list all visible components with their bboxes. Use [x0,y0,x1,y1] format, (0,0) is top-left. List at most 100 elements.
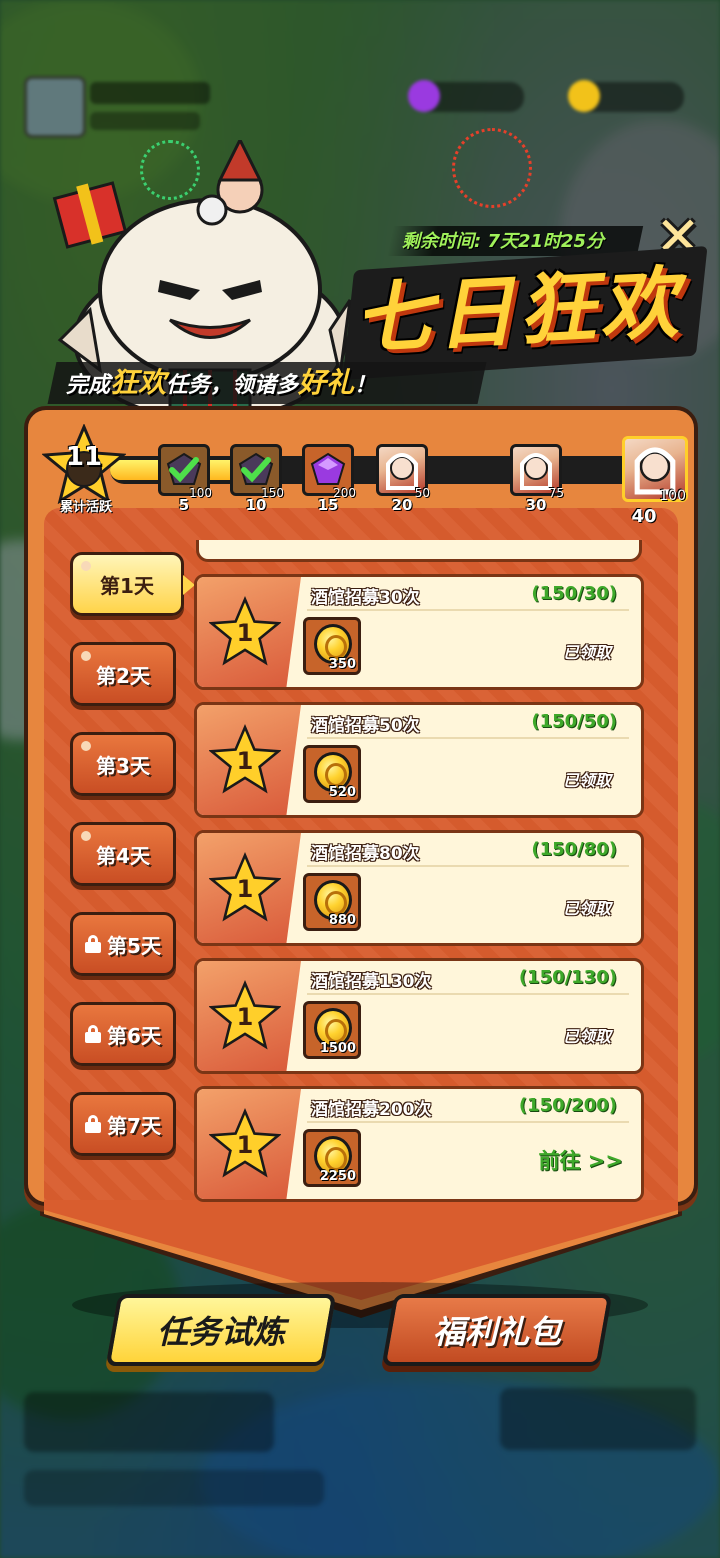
milestone-reward[interactable]: 200 15 [302,444,356,514]
reward-amount: 520 [328,785,356,800]
milestone-need: 5 [178,496,190,514]
day-tab-label: 第3天 [96,753,150,778]
day-tab-2[interactable]: 第2天 [70,642,176,706]
activity-point-star: 1 [208,595,282,667]
day-tab-3[interactable]: 第3天 [70,732,176,796]
reward-amount: 350 [328,657,356,672]
milestone-need: 20 [391,496,413,514]
reward-item[interactable]: 350 [303,617,361,675]
reward-item[interactable]: 1500 [303,1001,361,1059]
lock-icon [85,1025,102,1043]
reward-amount: 2250 [319,1169,356,1184]
milestone-reward[interactable]: 75 30 [510,444,564,514]
task-trial-button[interactable]: 任务试炼 [105,1294,337,1366]
tab-pin [81,741,91,751]
day-tab-label: 第5天 [107,933,161,958]
task-name: 酒馆招募200次 [311,1100,432,1120]
subtitle-highlight: 好礼 [298,366,355,399]
milestone-reward[interactable]: 100 5 [158,444,212,514]
page-title: 七日狂欢 [351,258,685,366]
reward-item[interactable]: 880 [303,873,361,931]
player-name-bar [90,82,210,104]
milestone-reward[interactable]: 50 20 [376,444,430,514]
divider [307,1121,629,1123]
task-name: 酒馆招募30次 [311,588,420,608]
day-tab-label: 第6天 [107,1023,161,1048]
task-list-scroll-edge [196,540,642,562]
event-notification [500,1388,696,1450]
resource-gem [408,80,524,112]
chat-bar [24,1470,324,1506]
reward-item[interactable]: 2250 [303,1129,361,1187]
day-tab-label: 第2天 [96,663,150,688]
subtitle-part: 完成 [66,373,111,398]
reward-item[interactable]: 520 [303,745,361,803]
welfare-pack-label: 福利礼包 [432,1313,561,1351]
remaining-time: 剩余时间: 7天21时25分 [402,231,605,252]
activity-point-star: 1 [208,1107,282,1179]
task-points: 1 [236,619,254,647]
day-tab-7[interactable]: 第7天 [70,1092,176,1156]
lock-icon [85,1115,102,1133]
task-points: 1 [236,747,254,775]
tab-pin [81,561,91,571]
task-card: 1 酒馆招募30次 (150/30) 350 已领取 [194,574,644,690]
task-card: 1 酒馆招募130次 (150/130) 1500 已领取 [194,958,644,1074]
subtitle: 完成狂欢任务，领诸多好礼！ [66,362,376,404]
milestone-need: 40 [631,506,657,527]
subtitle-part: ！ [354,373,377,398]
divider [307,993,629,995]
day-tab-4[interactable]: 第4天 [70,822,176,886]
claimed-status: 已领取 [562,899,611,918]
task-card: 1 酒馆招募200次 (150/200) 2250 前往 >> [194,1086,644,1202]
day-tab-1[interactable]: 第1天 [70,552,195,616]
tab-pin [81,651,91,661]
day-tab-5[interactable]: 第5天 [70,912,176,976]
task-name: 酒馆招募50次 [311,716,420,736]
activity-star: 11 [41,423,127,505]
task-progress: (150/80) [531,839,617,860]
subtitle-part: 任务，领诸多 [166,373,299,398]
task-points: 1 [236,1003,254,1031]
activity-label: 累计活跃 [59,500,112,515]
task-progress: (150/50) [531,711,617,732]
chat-notification [24,1392,274,1452]
milestone-reward[interactable]: 150 10 [230,444,284,514]
task-name: 酒馆招募130次 [311,972,432,992]
resource-gold [568,80,684,112]
milestone-need: 15 [317,496,339,514]
task-card: 1 酒馆招募80次 (150/80) 880 已领取 [194,830,644,946]
reward-amount: 1500 [319,1041,356,1056]
day-tab-6[interactable]: 第6天 [70,1002,176,1066]
day-tab-label: 第4天 [96,843,150,868]
firework-decoration [452,128,532,208]
divider [307,737,629,739]
activity-point-star: 1 [208,851,282,923]
task-card: 1 酒馆招募50次 (150/50) 520 已领取 [194,702,644,818]
task-points: 1 [236,875,254,903]
task-points: 1 [236,1131,254,1159]
player-level-bar [90,112,200,130]
tab-pin [81,831,91,841]
claimed-status: 已领取 [562,771,611,790]
task-name: 酒馆招募80次 [311,844,420,864]
subtitle-highlight: 狂欢 [110,366,167,399]
day-tab-label: 第1天 [100,573,154,598]
milestone-need: 30 [525,496,547,514]
milestone-reward-final[interactable]: 100 40 [622,436,688,527]
activity-value: 11 [65,442,103,472]
milestone-need: 10 [245,496,267,514]
welfare-pack-button[interactable]: 福利礼包 [381,1294,613,1366]
goto-button[interactable]: 前往 >> [538,1145,623,1175]
day-tab-label: 第7天 [107,1113,161,1138]
milestone-count: 100 [659,488,686,504]
divider [307,865,629,867]
claimed-status: 已领取 [562,1027,611,1046]
activity-point-star: 1 [208,979,282,1051]
lock-icon [85,935,102,953]
reward-amount: 880 [328,913,356,928]
task-progress: (150/130) [518,967,617,988]
claimed-status: 已领取 [562,643,611,662]
task-progress: (150/200) [518,1095,617,1116]
divider [307,609,629,611]
